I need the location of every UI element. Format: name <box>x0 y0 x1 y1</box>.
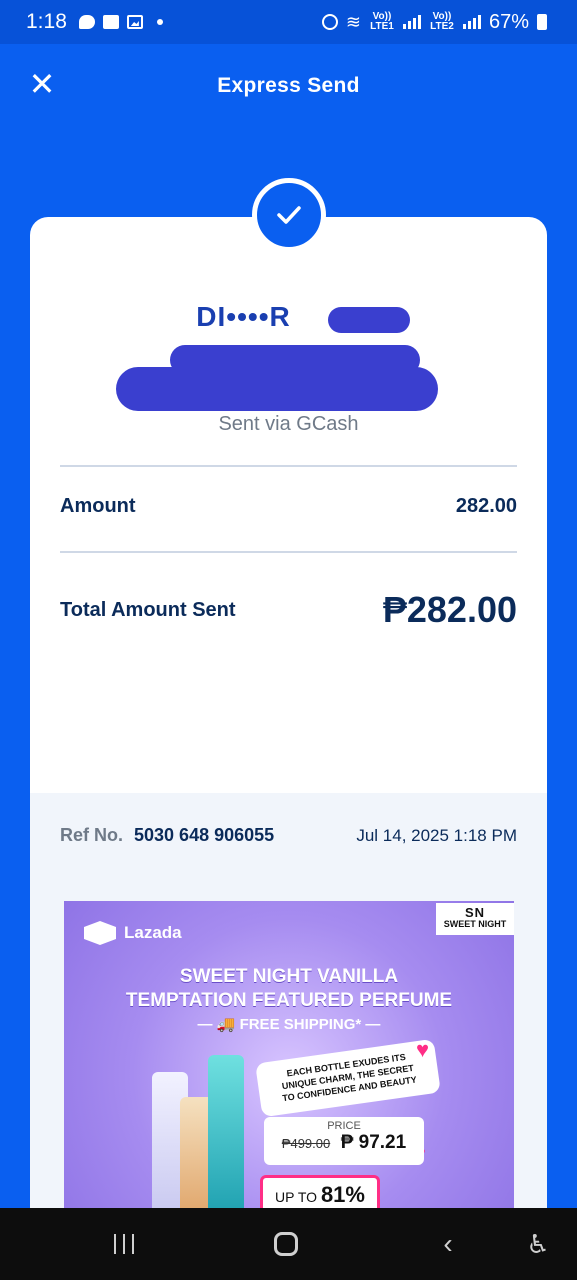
ad-title: SWEET NIGHT VANILLA TEMPTATION FEATURED … <box>64 965 514 1013</box>
divider <box>60 551 517 553</box>
shipping-label: FREE SHIPPING* <box>239 1016 362 1033</box>
total-value: ₱282.00 <box>382 589 517 630</box>
status-bar: 1:18 ≋ Vo)) LTE1 Vo)) LTE2 67% <box>0 0 577 44</box>
recipient-name: DI••••R <box>196 301 291 332</box>
reference-row: Ref No. 5030 648 906055 Jul 14, 2025 1:1… <box>60 825 517 846</box>
transaction-date: Jul 14, 2025 1:18 PM <box>356 825 517 845</box>
sent-via-label: Sent via GCash <box>218 413 359 435</box>
free-shipping: — 🚚 FREE SHIPPING* — <box>197 1016 381 1033</box>
success-check-icon <box>252 178 326 252</box>
new-price: ₱ 97.21 <box>340 1132 407 1153</box>
lte1-indicator: Vo)) LTE1 <box>370 11 394 32</box>
gallery-notification-icon <box>126 15 143 29</box>
ad-brand: Lazada <box>124 923 182 942</box>
accessibility-icon[interactable]: ♿ <box>518 1228 558 1260</box>
bottle <box>208 1055 244 1217</box>
status-time: 1:18 <box>26 10 67 33</box>
page-title: Express Send <box>217 74 360 97</box>
signal2-icon <box>462 15 481 29</box>
partner-name: SWEET NIGHT <box>443 919 507 929</box>
ad-banner[interactable]: Lazada SN SWEET NIGHT SWEET NIGHT VANILL… <box>64 901 514 1217</box>
price-box: PRICE ₱499.00 ₱ 97.21 <box>264 1117 424 1165</box>
ref-number[interactable]: 5030 648 906055 <box>134 825 274 845</box>
ad-title-line: TEMPTATION FEATURED PERFUME <box>125 990 453 1011</box>
discount-prefix: UP TO <box>275 1189 318 1205</box>
amount-value: 282.00 <box>455 495 517 517</box>
mail-notification-icon <box>102 15 119 29</box>
battery-percent: 67% <box>488 10 529 33</box>
back-icon[interactable]: ‹ <box>428 1228 468 1260</box>
divider <box>60 465 517 467</box>
ref-label: Ref No. <box>60 825 123 845</box>
receipt-card: DI••••R Sent via GCash Amount 282.00 Tot… <box>30 217 547 1217</box>
app-header: ✕ Express Send <box>0 44 577 128</box>
reference-section: Ref No. 5030 648 906055 Jul 14, 2025 1:1… <box>30 793 547 1217</box>
lte2-indicator: Vo)) LTE2 <box>430 11 454 32</box>
more-notifications-icon <box>156 19 163 25</box>
lazada-logo: Lazada <box>84 921 182 945</box>
partner-logo: SN <box>464 905 486 920</box>
home-icon[interactable] <box>266 1228 306 1260</box>
heart-icon: ♥ <box>416 1037 430 1062</box>
amount-row: Amount 282.00 <box>60 495 517 518</box>
redaction-mark <box>328 307 410 333</box>
price-label: PRICE <box>327 1120 361 1132</box>
old-price: ₱499.00 <box>281 1136 331 1151</box>
amount-label: Amount <box>60 495 136 517</box>
recent-apps-icon[interactable] <box>104 1228 144 1260</box>
chat-notification-icon <box>78 15 95 29</box>
signal1-icon <box>402 15 421 29</box>
discount-value: 81% <box>320 1182 365 1207</box>
total-label: Total Amount Sent <box>60 598 236 621</box>
system-nav-bar: ‹ ♿ <box>0 1208 577 1280</box>
ad-title-line: SWEET NIGHT VANILLA <box>179 966 399 987</box>
redaction-mark <box>116 367 438 411</box>
wifi-icon: ≋ <box>345 12 361 32</box>
lazada-heart-icon <box>84 921 116 945</box>
alarm-icon <box>321 14 338 30</box>
battery-icon <box>537 14 547 30</box>
partner-badge: SN SWEET NIGHT <box>436 903 514 935</box>
total-row: Total Amount Sent ₱282.00 <box>60 589 517 631</box>
